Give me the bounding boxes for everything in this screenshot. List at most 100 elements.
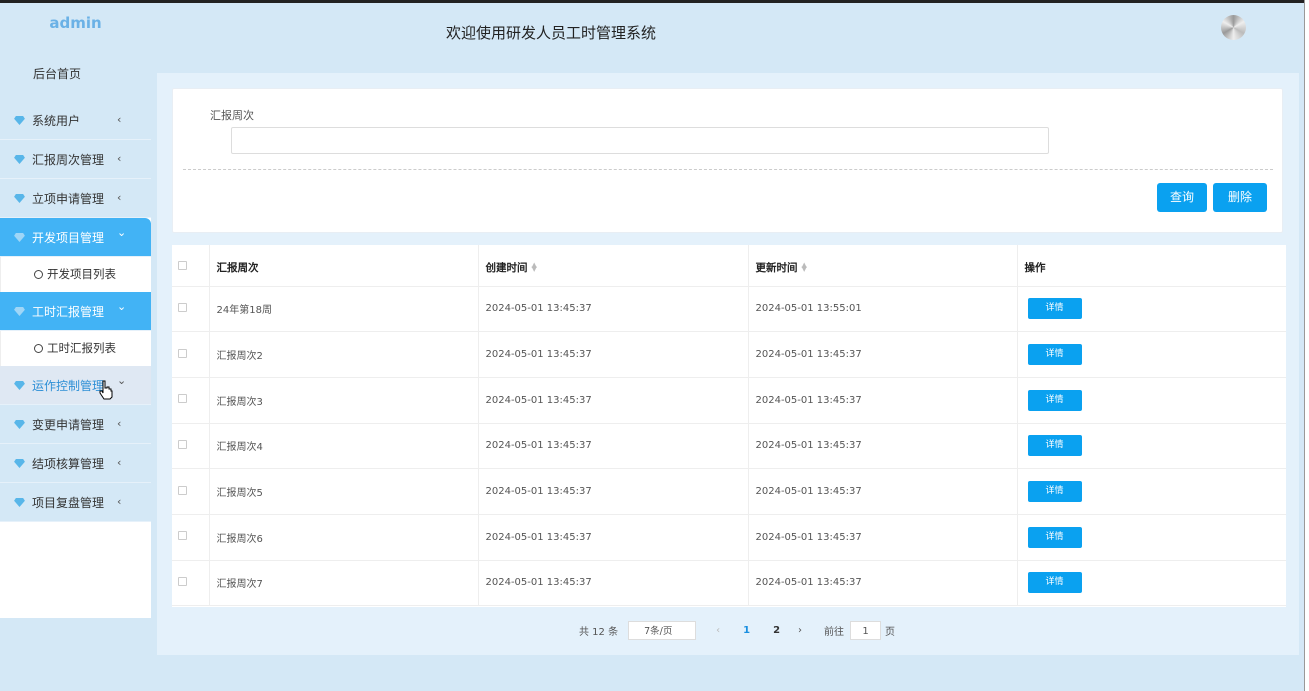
sidebar-item-change-apply[interactable]: 变更申请管理 ‹ <box>0 405 151 444</box>
row-checkbox[interactable] <box>178 439 187 449</box>
pagination-total: 共 12 条 <box>579 627 619 638</box>
sidebar-item-dev-project[interactable]: 开发项目管理 ⌄ <box>0 218 151 257</box>
table-row: 24年第18周 2024-05-01 13:45:37 2024-05-01 13:… <box>172 286 1286 333</box>
cell-action: 详情 <box>1017 377 1286 424</box>
cell-week: 汇报周次2 <box>209 331 479 378</box>
header-created[interactable]: 创建时间 ▲ ▼ <box>478 245 749 287</box>
cell-action: 详情 <box>1017 468 1286 515</box>
row-select-cell <box>172 331 210 378</box>
divider <box>183 169 1273 170</box>
page-2-button[interactable]: 2 <box>773 625 780 636</box>
row-checkbox[interactable] <box>178 348 187 358</box>
diamond-icon <box>14 193 25 203</box>
table-row: 汇报周次7 2024-05-01 13:45:37 2024-05-01 13:45… <box>172 560 1286 607</box>
clock-icon <box>34 344 43 353</box>
prev-page-button[interactable]: ‹ <box>716 625 720 636</box>
row-checkbox[interactable] <box>178 531 187 541</box>
sidebar-item-report-week[interactable]: 汇报周次管理 ‹ <box>0 140 151 179</box>
cell-created: 2024-05-01 13:45:37 <box>478 514 749 561</box>
chevron-left-icon: ‹ <box>117 152 122 165</box>
diamond-icon <box>14 458 25 468</box>
sidebar-username: admin <box>0 3 151 43</box>
sidebar-item-label: 立项申请管理 <box>32 191 105 206</box>
diamond-icon <box>14 419 25 429</box>
select-all-checkbox[interactable] <box>178 261 187 271</box>
select-all-cell <box>172 245 210 287</box>
avatar[interactable] <box>1221 15 1246 40</box>
row-checkbox[interactable] <box>178 302 187 312</box>
search-panel: 汇报周次 查询 删除 <box>172 88 1283 233</box>
sidebar-subitem-label: 开发项目列表 <box>47 267 116 281</box>
sidebar-subitem-dev-project-list[interactable]: 开发项目列表 <box>0 257 151 292</box>
page-size-select[interactable]: 7条/页 <box>628 621 697 640</box>
goto-page-input[interactable]: 1 <box>850 621 882 640</box>
report-week-search-input[interactable] <box>231 127 1049 154</box>
sidebar: admin 后台首页 系统用户 ‹ 汇报周次管理 ‹ 立项申请管理 ‹ 开发项目… <box>0 3 151 618</box>
table-row: 汇报周次2 2024-05-01 13:45:37 2024-05-01 13:45… <box>172 331 1286 378</box>
row-checkbox[interactable] <box>178 576 187 586</box>
query-button[interactable]: 查询 <box>1157 183 1207 212</box>
cell-action: 详情 <box>1017 423 1286 470</box>
sidebar-item-work-report[interactable]: 工时汇报管理 ⌄ <box>0 292 151 331</box>
chevron-left-icon: ‹ <box>117 191 122 204</box>
chevron-left-icon: ‹ <box>117 495 122 508</box>
diamond-icon <box>14 115 25 125</box>
goto-prefix: 前往 <box>824 627 845 638</box>
hand-pointer-cursor-icon <box>99 380 113 400</box>
sort-icon[interactable]: ▲ ▼ <box>802 261 807 272</box>
sidebar-item-project-apply[interactable]: 立项申请管理 ‹ <box>0 179 151 218</box>
cell-week: 汇报周次5 <box>209 468 479 515</box>
chevron-left-icon: ‹ <box>117 456 122 469</box>
detail-button[interactable]: 详情 <box>1027 435 1082 457</box>
row-checkbox[interactable] <box>178 394 187 404</box>
row-select-cell <box>172 468 210 515</box>
cell-created: 2024-05-01 13:45:37 <box>478 377 749 424</box>
cell-week: 汇报周次6 <box>209 514 479 561</box>
row-select-cell <box>172 423 210 470</box>
header-updated[interactable]: 更新时间 ▲ ▼ <box>748 245 1018 287</box>
clock-icon <box>34 270 43 279</box>
chevron-left-icon: ‹ <box>117 417 122 430</box>
row-select-cell <box>172 286 210 333</box>
sidebar-item-label: 系统用户 <box>32 113 81 128</box>
sidebar-item-system-users[interactable]: 系统用户 ‹ <box>0 101 151 140</box>
row-checkbox[interactable] <box>178 485 187 495</box>
row-select-cell <box>172 560 210 607</box>
sidebar-item-home[interactable]: 后台首页 <box>0 43 151 101</box>
cell-week: 汇报周次4 <box>209 423 479 470</box>
cell-updated: 2024-05-01 13:45:37 <box>748 423 1018 470</box>
detail-button[interactable]: 详情 <box>1027 389 1082 411</box>
page-1-button[interactable]: 1 <box>743 625 750 636</box>
sidebar-item-project-review[interactable]: 项目复盘管理 ‹ <box>0 483 151 522</box>
sidebar-item-operation-control[interactable]: 运作控制管理 ⌄ <box>0 366 151 405</box>
detail-button[interactable]: 详情 <box>1027 298 1082 320</box>
window-right-edge <box>1304 0 1309 691</box>
diamond-icon <box>14 380 25 390</box>
main-content: 汇报周次 查询 删除 汇报周次 创建时间 ▲ ▼ 更新时间 ▲ ▼ 操作 24年第18周… <box>157 73 1299 655</box>
cell-created: 2024-05-01 13:45:37 <box>478 423 749 470</box>
detail-button[interactable]: 详情 <box>1027 526 1082 548</box>
window-top-border <box>0 0 1309 3</box>
detail-button[interactable]: 详情 <box>1027 344 1082 366</box>
cell-week: 汇报周次7 <box>209 560 479 607</box>
data-table-panel: 汇报周次 创建时间 ▲ ▼ 更新时间 ▲ ▼ 操作 24年第18周 2024-05-01 … <box>172 245 1286 607</box>
diamond-icon <box>14 154 25 164</box>
sidebar-item-closing-accounting[interactable]: 结项核算管理 ‹ <box>0 444 151 483</box>
sidebar-subitem-label: 工时汇报列表 <box>47 341 116 355</box>
sidebar-item-label: 项目复盘管理 <box>32 495 105 510</box>
detail-button[interactable]: 详情 <box>1027 481 1082 503</box>
delete-button[interactable]: 删除 <box>1213 183 1267 212</box>
cell-action: 详情 <box>1017 514 1286 561</box>
header-created-label: 创建时间 <box>485 261 528 274</box>
cell-updated: 2024-05-01 13:45:37 <box>748 468 1018 515</box>
row-select-cell <box>172 377 210 424</box>
next-page-button[interactable]: › <box>798 625 802 636</box>
sort-icon[interactable]: ▲ ▼ <box>532 261 537 272</box>
sidebar-item-label: 变更申请管理 <box>32 417 105 432</box>
sidebar-subitem-work-report-list[interactable]: 工时汇报列表 <box>0 331 151 366</box>
detail-button[interactable]: 详情 <box>1027 572 1082 594</box>
cell-created: 2024-05-01 13:45:37 <box>478 286 749 333</box>
header-updated-label: 更新时间 <box>755 261 798 274</box>
diamond-icon <box>14 232 25 242</box>
diamond-icon <box>14 497 25 507</box>
